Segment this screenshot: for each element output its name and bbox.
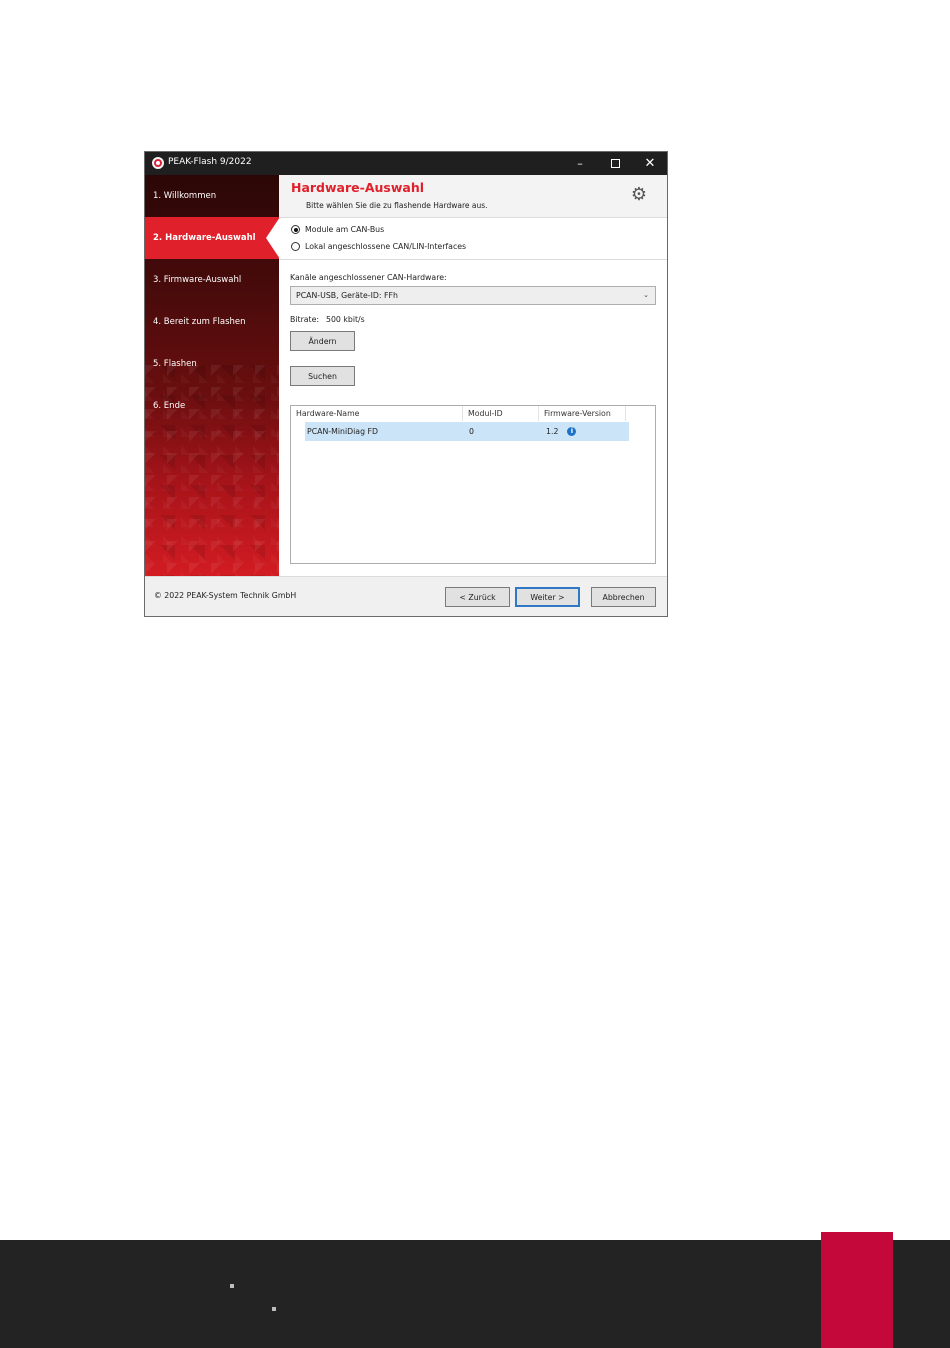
bitrate-label: Bitrate: [290,315,320,324]
title-bar[interactable]: PEAK-Flash 9/2022 – ✕ [145,152,667,175]
radio-label: Module am CAN-Bus [305,225,385,234]
back-button[interactable]: < Zurück [445,587,510,607]
channels-label: Kanäle angeschlossener CAN-Hardware: [290,273,447,282]
wizard-sidebar: 1. Willkommen 2. Hardware-Auswahl 3. Fir… [145,175,293,576]
sidebar-step-end: 6. Ende [153,401,186,411]
radio-label: Lokal angeschlossene CAN/LIN-Interfaces [305,242,467,251]
copyright-text: © 2022 PEAK-System Technik GmbH [154,591,297,600]
document-page: PEAK-Flash 9/2022 – ✕ 1. Willkommen 2. H… [0,0,950,1348]
bullet-marker [230,1284,234,1288]
close-button[interactable]: ✕ [633,152,667,175]
page-subtitle: Bitte wählen Sie die zu flashende Hardwa… [306,201,488,210]
window-title: PEAK-Flash 9/2022 [168,157,252,167]
page-header: Hardware-Auswahl Bitte wählen Sie die zu… [279,175,667,218]
radio-can-bus-modules[interactable]: Module am CAN-Bus [291,225,384,234]
cell-firmware-version: 1.2 i [546,422,577,441]
channel-select[interactable]: PCAN-USB, Geräte-ID: FFh ⌄ [290,286,656,305]
column-header-hardware-name[interactable]: Hardware-Name [291,406,463,421]
maximize-button[interactable] [598,152,632,175]
app-window: PEAK-Flash 9/2022 – ✕ 1. Willkommen 2. H… [144,151,668,617]
bullet-marker [272,1307,276,1311]
column-header-firmware-version[interactable]: Firmware-Version [539,406,626,421]
sidebar-step-ready: 4. Bereit zum Flashen [153,317,246,327]
info-icon[interactable]: i [567,427,577,436]
cancel-button[interactable]: Abbrechen [591,587,656,607]
mode-selection: Module am CAN-Bus Lokal angeschlossene C… [279,219,667,260]
minimize-button[interactable]: – [563,152,597,175]
radio-unchecked-icon[interactable] [291,242,300,251]
radio-local-interfaces[interactable]: Lokal angeschlossene CAN/LIN-Interfaces [291,242,466,251]
column-header-module-id[interactable]: Modul-ID [463,406,539,421]
gear-icon[interactable]: ⚙ [630,186,648,204]
channel-select-value: PCAN-USB, Geräte-ID: FFh [296,291,398,300]
firmware-version-text: 1.2 [546,427,559,436]
sidebar-step-hardware: 2. Hardware-Auswahl [145,217,293,259]
sidebar-step-firmware: 3. Firmware-Auswahl [153,275,242,285]
chevron-down-icon: ⌄ [643,291,649,299]
radio-checked-icon[interactable] [291,225,300,234]
change-bitrate-button[interactable]: Ändern [290,331,355,351]
maximize-icon [610,159,620,168]
page-footer-band [0,1240,950,1348]
sidebar-step-flashing: 5. Flashen [153,359,197,369]
search-button[interactable]: Suchen [290,366,355,386]
next-button[interactable]: Weiter > [515,587,580,607]
app-logo-icon [152,157,164,169]
cell-module-id: 0 [469,427,474,436]
page-title: Hardware-Auswahl [291,180,425,195]
sidebar-step-welcome: 1. Willkommen [153,191,217,201]
wizard-footer: © 2022 PEAK-System Technik GmbH < Zurück… [145,576,667,616]
main-content: Kanäle angeschlossener CAN-Hardware: PCA… [279,260,667,576]
table-row[interactable]: PCAN-MiniDiag FD 0 1.2 i [305,422,629,441]
bitrate-value: 500 kbit/s [326,315,365,324]
cell-hardware-name: PCAN-MiniDiag FD [307,427,378,436]
hardware-table[interactable]: Hardware-Name Modul-ID Firmware-Version … [290,405,656,564]
page-tab-marker [821,1232,893,1348]
